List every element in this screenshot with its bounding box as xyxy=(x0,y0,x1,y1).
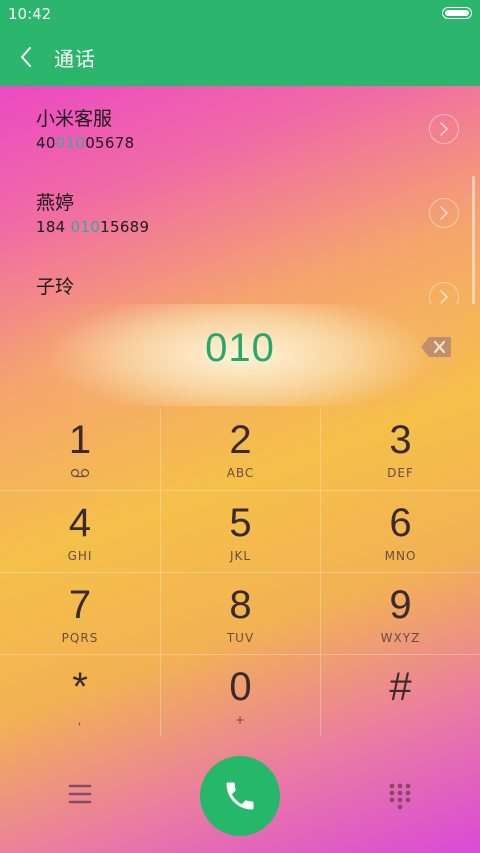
backspace-icon xyxy=(421,337,451,357)
dialpad-icon xyxy=(389,783,411,810)
scrollbar[interactable] xyxy=(472,176,475,304)
contact-name: 子玲 xyxy=(36,276,75,298)
backspace-button[interactable] xyxy=(420,336,452,358)
key-4[interactable]: 4 GHI xyxy=(0,490,160,572)
contact-detail-button[interactable] xyxy=(429,282,459,304)
contact-suggestions-list[interactable]: 小米客服 4001005678 燕婷 184 01015689 子玲 xyxy=(0,86,480,304)
key-3[interactable]: 3 DEF xyxy=(320,408,480,490)
chevron-right-icon xyxy=(440,290,448,304)
battery-icon xyxy=(442,7,472,19)
key-5[interactable]: 5 JKL xyxy=(160,490,320,572)
menu-icon xyxy=(68,784,92,804)
list-item[interactable]: 子玲 xyxy=(0,254,480,304)
list-item[interactable]: 燕婷 184 01015689 xyxy=(0,170,480,254)
contact-detail-button[interactable] xyxy=(429,198,459,228)
key-6[interactable]: 6 MNO xyxy=(320,490,480,572)
bottom-bar xyxy=(0,740,480,853)
chevron-right-icon xyxy=(440,206,448,220)
key-8[interactable]: 8 TUV xyxy=(160,572,320,654)
dialpad-button[interactable] xyxy=(387,782,413,810)
key-1[interactable]: 1 xyxy=(0,408,160,490)
contact-name: 燕婷 xyxy=(36,192,75,214)
key-9[interactable]: 9 WXYZ xyxy=(320,572,480,654)
voicemail-icon xyxy=(70,468,90,478)
chevron-right-icon xyxy=(440,122,448,136)
contact-name: 小米客服 xyxy=(36,108,113,130)
key-star[interactable]: * , xyxy=(0,654,160,736)
contact-number: 184 01015689 xyxy=(36,218,150,236)
list-item[interactable]: 小米客服 4001005678 xyxy=(0,86,480,170)
dialed-number: 010 xyxy=(205,326,275,370)
number-match-highlight: 010 xyxy=(55,134,86,152)
phone-icon xyxy=(226,782,254,810)
contact-detail-button[interactable] xyxy=(429,114,459,144)
key-7[interactable]: 7 PQRS xyxy=(0,572,160,654)
chevron-left-icon xyxy=(21,47,31,67)
key-hash[interactable]: # xyxy=(320,654,480,736)
number-display: 010 xyxy=(0,304,480,406)
key-2[interactable]: 2 ABC xyxy=(160,408,320,490)
call-button[interactable] xyxy=(200,756,280,836)
number-match-highlight: 010 xyxy=(70,218,101,236)
page-title: 通话 xyxy=(54,47,96,71)
app-bar: 通话 xyxy=(0,28,480,86)
dial-keypad: 1 2 ABC 3 DEF 4 GHI 5 JKL 6 MNO 7 PQRS 8… xyxy=(0,408,480,738)
contact-number: 4001005678 xyxy=(36,134,135,152)
key-0[interactable]: 0 + xyxy=(160,654,320,736)
status-time: 10:42 xyxy=(8,5,52,23)
back-button[interactable] xyxy=(14,42,40,72)
menu-button[interactable] xyxy=(66,782,94,806)
status-bar: 10:42 xyxy=(0,0,480,28)
